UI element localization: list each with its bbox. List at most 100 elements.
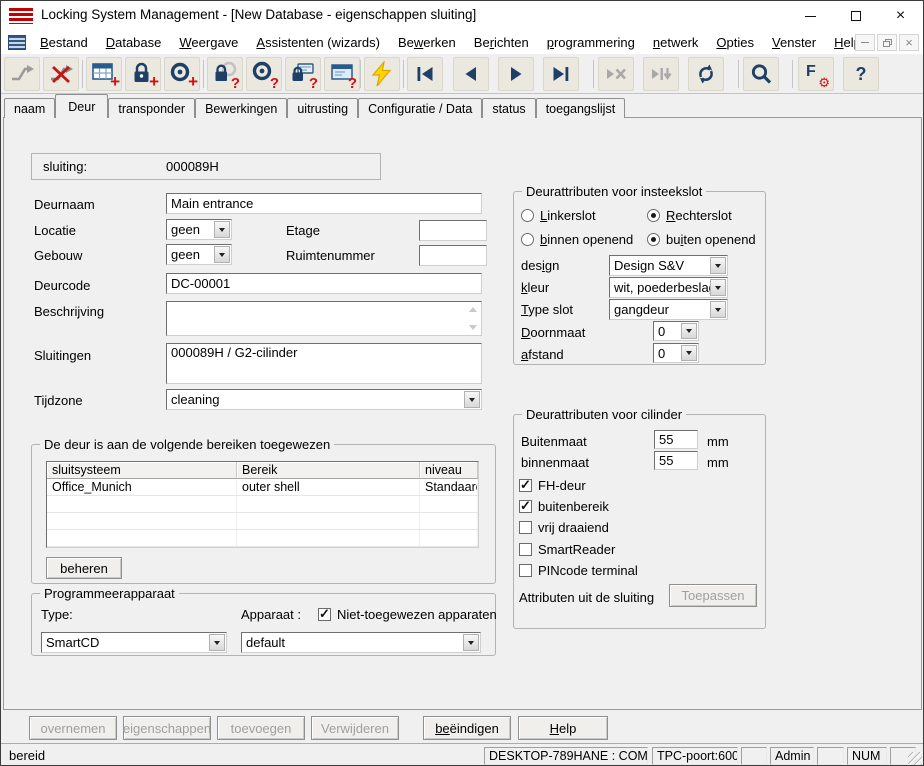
column-header-niveau[interactable]: niveau — [420, 462, 478, 479]
mdi-system-icon[interactable] — [8, 35, 26, 50]
design-select[interactable]: Design S&V — [609, 255, 728, 276]
tab-naam[interactable]: naam — [4, 98, 55, 118]
radio-binnen-openend[interactable]: binnen openend — [521, 232, 633, 247]
menu-item-assistenten-wizards[interactable]: Assistenten (wizards) — [247, 35, 389, 50]
new-transponder-icon[interactable]: + — [164, 57, 200, 91]
resize-grip[interactable] — [908, 752, 922, 766]
next-record-icon[interactable] — [498, 57, 534, 91]
menu-item-database[interactable]: Database — [97, 35, 171, 50]
read-transponder-icon[interactable]: ? — [246, 57, 282, 91]
menu-item-venster[interactable]: Venster — [763, 35, 825, 50]
first-record-icon[interactable] — [407, 57, 443, 91]
bereiken-table[interactable]: sluitsysteemBereikniveauOffice_Munichout… — [46, 461, 479, 548]
radio-rechterslot[interactable]: Rechterslot — [647, 208, 732, 223]
new-lock-icon[interactable]: + — [125, 57, 161, 91]
chevron-down-icon[interactable] — [464, 391, 480, 408]
tab-uitrusting[interactable]: uitrusting — [287, 98, 358, 118]
prev-record-icon[interactable] — [453, 57, 489, 91]
type-slot-select[interactable]: gangdeur — [609, 299, 728, 320]
chevron-down-icon[interactable] — [710, 257, 726, 274]
last-record-icon[interactable] — [543, 57, 579, 91]
eigenschappen-button[interactable]: eigenschappen — [123, 716, 211, 740]
cancel-edit-icon[interactable] — [598, 57, 634, 91]
beheren-button[interactable]: beheren — [46, 557, 122, 579]
filter-settings-icon[interactable]: F ⚙ — [798, 57, 834, 91]
menu-item-bestand[interactable]: Bestand — [31, 35, 97, 50]
overnemen-button[interactable]: overnemen — [29, 716, 117, 740]
chevron-down-icon[interactable] — [214, 246, 230, 263]
new-locking-system-icon[interactable]: + — [86, 57, 122, 91]
chevron-down-icon[interactable] — [209, 634, 225, 651]
ruimtenummer-input[interactable] — [419, 245, 487, 266]
deurcode-input[interactable]: DC-00001 — [166, 273, 482, 294]
toevoegen-button[interactable]: toevoegen — [217, 716, 305, 740]
status-segment: Admin — [770, 747, 814, 765]
verwijderen-button[interactable]: Verwijderen — [311, 716, 399, 740]
program-icon[interactable] — [364, 57, 400, 91]
help-button[interactable]: Help — [518, 716, 608, 740]
table-row[interactable]: Office_Munichouter shellStandaard — [47, 479, 478, 496]
search-icon[interactable] — [743, 57, 779, 91]
save-record-icon[interactable] — [643, 57, 679, 91]
checkbox-niet-toegewezen-apparaten[interactable]: Niet-toegewezen apparaten — [318, 607, 497, 622]
tijdzone-select[interactable]: cleaning — [166, 389, 482, 410]
read-lock-icon[interactable]: ? — [207, 57, 243, 91]
minimize-button[interactable] — [788, 1, 833, 31]
deurnaam-input[interactable]: Main entrance — [166, 193, 482, 214]
menu-item-opties[interactable]: Opties — [707, 35, 763, 50]
help-icon[interactable]: ? — [843, 57, 879, 91]
doornmaat-select[interactable]: 0 — [653, 321, 699, 341]
scroll-up-icon[interactable] — [469, 307, 477, 312]
mdi-close-button[interactable]: × — [899, 34, 919, 51]
tab-deur[interactable]: Deur — [55, 94, 108, 118]
chevron-down-icon[interactable] — [710, 279, 726, 296]
tab-configuratie-data[interactable]: Configuratie / Data — [358, 98, 482, 118]
checkbox-smartreader[interactable]: SmartReader — [519, 542, 615, 557]
radio-linkerslot[interactable]: Linkerslot — [521, 208, 596, 223]
radio-buiten-openend[interactable]: buiten openend — [647, 232, 756, 247]
mdi-minimize-button[interactable] — [855, 34, 875, 51]
tab-status[interactable]: status — [482, 98, 535, 118]
toepassen-button[interactable]: Toepassen — [669, 584, 757, 607]
column-header-bereik[interactable]: Bereik — [237, 462, 420, 479]
beeindigen-button[interactable]: beëindigen — [423, 716, 511, 740]
scroll-down-icon[interactable] — [469, 325, 477, 330]
beschrijving-textarea[interactable] — [166, 301, 482, 336]
read-network-icon[interactable]: ? — [324, 57, 360, 91]
tab-transponder[interactable]: transponder — [108, 98, 195, 118]
programmer-type-select[interactable]: SmartCD — [41, 632, 227, 653]
connect-icon[interactable] — [4, 57, 40, 91]
chevron-down-icon[interactable] — [681, 323, 697, 339]
kleur-select[interactable]: wit, poederbeslag — [609, 277, 728, 298]
mdi-restore-button[interactable] — [877, 34, 897, 51]
checkbox-pincode-terminal[interactable]: PINcode terminal — [519, 563, 638, 578]
sluitingen-listbox[interactable]: 000089H / G2-cilinder — [166, 343, 482, 384]
afstand-select[interactable]: 0 — [653, 343, 699, 363]
column-header-sluitsysteem[interactable]: sluitsysteem — [47, 462, 237, 479]
checkbox-fh-deur[interactable]: FH-deur — [519, 478, 586, 493]
tab-bewerkingen[interactable]: Bewerkingen — [195, 98, 287, 118]
chevron-down-icon[interactable] — [463, 634, 479, 651]
read-card-lock-icon[interactable]: ? — [285, 57, 321, 91]
checkbox-vrij-draaiend[interactable]: vrij draaiend — [519, 520, 609, 535]
refresh-icon[interactable] — [688, 57, 724, 91]
menu-item-programmering[interactable]: programmering — [538, 35, 644, 50]
programmer-device-select[interactable]: default — [241, 632, 481, 653]
disconnect-icon[interactable] — [43, 57, 79, 91]
chevron-down-icon[interactable] — [681, 345, 697, 361]
maximize-button[interactable] — [833, 1, 878, 31]
locatie-select[interactable]: geen — [166, 219, 232, 240]
chevron-down-icon[interactable] — [710, 301, 726, 318]
menu-item-weergave[interactable]: Weergave — [170, 35, 247, 50]
buitenmaat-input[interactable]: 55 — [654, 430, 698, 449]
gebouw-select[interactable]: geen — [166, 244, 232, 265]
checkbox-buitenbereik[interactable]: buitenbereik — [519, 499, 609, 514]
tab-toegangslijst[interactable]: toegangslijst — [536, 98, 626, 118]
close-button[interactable]: × — [878, 1, 923, 31]
menu-item-netwerk[interactable]: netwerk — [644, 35, 708, 50]
menu-item-berichten[interactable]: Berichten — [465, 35, 538, 50]
etage-input[interactable] — [419, 220, 487, 241]
binnenmaat-input[interactable]: 55 — [654, 451, 698, 470]
chevron-down-icon[interactable] — [214, 221, 230, 238]
menu-item-bewerken[interactable]: Bewerken — [389, 35, 465, 50]
